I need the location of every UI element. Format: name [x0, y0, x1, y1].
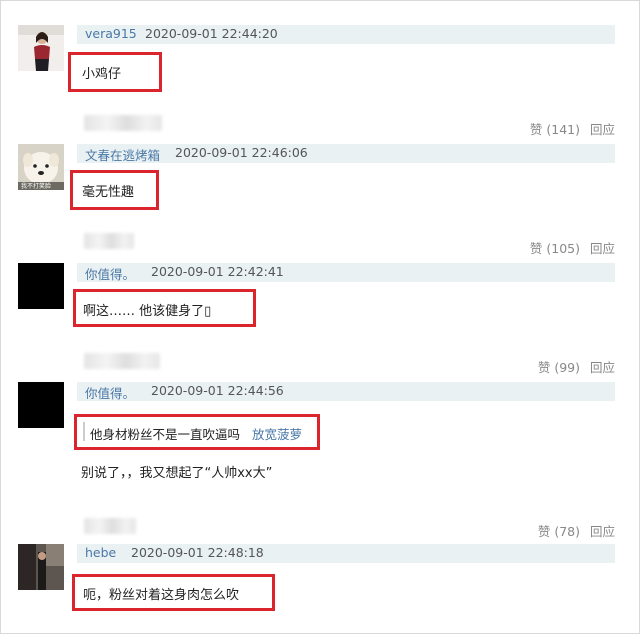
- avatar[interactable]: 我不打笑脸: [18, 144, 64, 190]
- avatar[interactable]: [18, 544, 64, 590]
- avatar[interactable]: [18, 263, 64, 309]
- avatar-caption: 我不打笑脸: [21, 183, 52, 190]
- username-link[interactable]: 你值得。: [85, 264, 135, 283]
- reply-button[interactable]: 回应: [590, 521, 615, 540]
- comment-meta: 文春在逃烤箱 2020-09-01 22:46:06: [77, 144, 615, 163]
- blurred-username: [84, 353, 160, 369]
- like-button[interactable]: 赞 (99): [538, 357, 580, 376]
- username-link[interactable]: 你值得。: [85, 383, 135, 402]
- comment-actions: 赞 (105) 回应: [530, 238, 615, 257]
- avatar[interactable]: [18, 382, 64, 428]
- comment-text: 呃，粉丝对着这身肉怎么吹: [83, 588, 240, 603]
- quote-bar: [83, 422, 85, 441]
- comment-actions: 赞 (99) 回应: [538, 357, 615, 376]
- reply-button[interactable]: 回应: [590, 119, 615, 138]
- comment-text: 啊这…… 他该健身了▯: [83, 304, 212, 319]
- like-button[interactable]: 赞 (78): [538, 521, 580, 540]
- username-link[interactable]: hebe: [85, 545, 116, 560]
- avatar[interactable]: [18, 25, 64, 71]
- comment-meta: vera915 2020-09-01 22:44:20: [77, 25, 615, 44]
- blurred-username: [84, 115, 162, 131]
- comment-text: 小鸡仔: [82, 67, 122, 82]
- blurred-username: [84, 518, 136, 534]
- username-link[interactable]: vera915: [85, 26, 137, 41]
- comment-meta: hebe 2020-09-01 22:48:18: [77, 544, 615, 563]
- comment-text: 毫无性趣: [82, 185, 135, 200]
- comment-list: vera915 2020-09-01 22:44:20 小鸡仔 赞 (141) 回…: [0, 0, 640, 634]
- timestamp: 2020-09-01 22:44:20: [145, 26, 278, 41]
- comment-meta: 你值得。 2020-09-01 22:42:41: [77, 263, 615, 282]
- like-button[interactable]: 赞 (105): [530, 238, 580, 257]
- comment-actions: 赞 (141) 回应: [530, 119, 615, 138]
- reply-button[interactable]: 回应: [590, 357, 615, 376]
- timestamp: 2020-09-01 22:42:41: [151, 264, 284, 279]
- quoted-text: 他身材粉丝不是一直吹逼吗: [90, 427, 241, 442]
- timestamp: 2020-09-01 22:48:18: [131, 545, 264, 560]
- comment-meta: 你值得。 2020-09-01 22:44:56: [77, 382, 615, 401]
- timestamp: 2020-09-01 22:46:06: [175, 145, 308, 160]
- comment-text: 别说了，，我又想起了“人帅xx大”: [81, 466, 273, 481]
- quoted-author-link[interactable]: 放宽菠萝: [252, 424, 302, 443]
- like-button[interactable]: 赞 (141): [530, 119, 580, 138]
- comment-actions: 赞 (78) 回应: [538, 521, 615, 540]
- timestamp: 2020-09-01 22:44:56: [151, 383, 284, 398]
- reply-button[interactable]: 回应: [590, 238, 615, 257]
- username-link[interactable]: 文春在逃烤箱: [85, 145, 160, 164]
- blurred-username: [84, 233, 134, 249]
